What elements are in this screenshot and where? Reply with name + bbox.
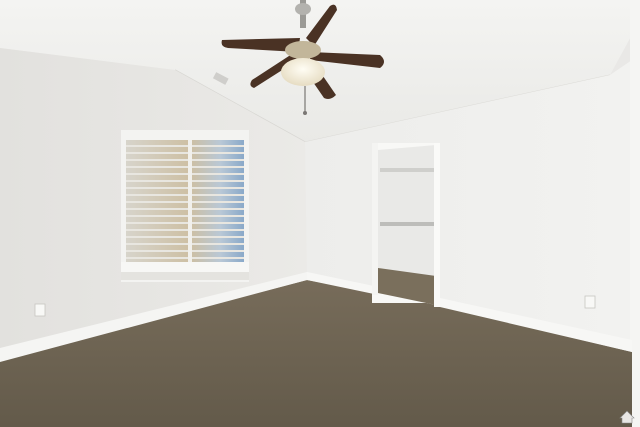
closet-shelf-top <box>380 168 435 172</box>
outlet-left <box>34 303 46 317</box>
room-photo <box>0 0 640 427</box>
window <box>121 130 249 282</box>
closet-rod <box>380 222 435 226</box>
outlet-right <box>584 295 596 309</box>
closet-doorway <box>372 143 440 307</box>
